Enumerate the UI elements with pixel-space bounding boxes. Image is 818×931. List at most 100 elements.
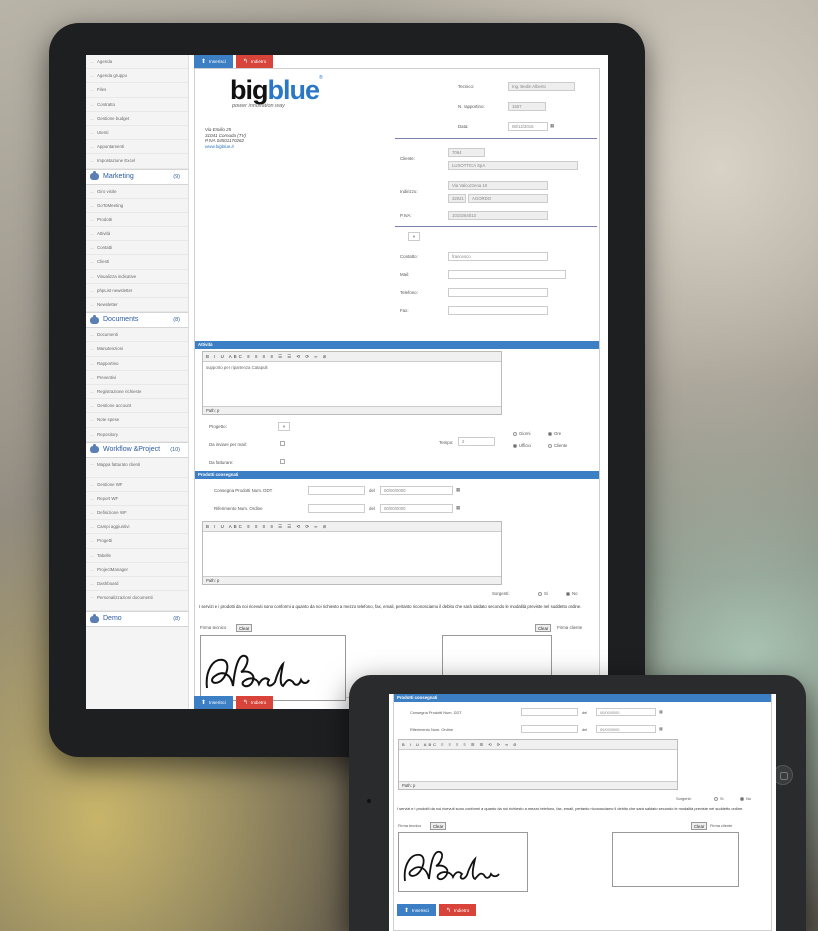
- editor-toolbar[interactable]: B I U ABC ≡ ≡ ≡ ≡ ☰ ☰ ⟲ ⟳ ∞ ⊘: [203, 522, 501, 532]
- sidebar-item[interactable]: Contratto: [86, 98, 188, 112]
- sidebar-item[interactable]: Agenda: [86, 55, 188, 70]
- attivita-text[interactable]: supporto per ripartenza Catapult: [203, 362, 501, 373]
- firma-tecnico-pad[interactable]: [200, 635, 346, 701]
- sidebar-item[interactable]: Dashboard: [86, 577, 188, 592]
- ddt-field[interactable]: [308, 486, 365, 495]
- sidebar-item[interactable]: Visualizza indicative: [86, 270, 188, 284]
- prodotti-editor[interactable]: B I U ABC ≡ ≡ ≡ ≡ ☰ ☰ ⟲ ⟳ ∞ ⊘ Path: p: [202, 521, 502, 585]
- insert-button-zoomed[interactable]: ⬆ Inserisci: [397, 904, 436, 916]
- sidebar-item[interactable]: Gestione account: [86, 399, 188, 414]
- sidebar-item[interactable]: Agenda gruppo: [86, 69, 188, 84]
- sidebar-item[interactable]: Registrazione richieste: [86, 385, 188, 400]
- sidebar-item[interactable]: Rapportino: [86, 357, 188, 371]
- tecnico-field[interactable]: Ing. Bedin Alberto: [508, 82, 575, 91]
- insert-button-bottom[interactable]: ⬆ Inserisci: [194, 696, 233, 709]
- sidebar-item[interactable]: Documenti: [86, 328, 188, 343]
- piva-field[interactable]: 1010264013: [448, 211, 548, 220]
- ordine-calendar-icon[interactable]: ▦: [456, 505, 460, 511]
- cliente-name-field[interactable]: LUXOTTICA SpA: [448, 161, 578, 170]
- firma-cliente-pad-zoomed[interactable]: [612, 832, 739, 887]
- clear-cliente-button[interactable]: Clear: [535, 624, 552, 632]
- sidebar-item[interactable]: Progetti: [86, 534, 188, 549]
- sidebar-item[interactable]: Definizione WF: [86, 506, 188, 521]
- sidebar-item[interactable]: Clienti: [86, 255, 188, 270]
- radio-no[interactable]: No: [566, 591, 578, 596]
- progetto-select[interactable]: ▾: [278, 422, 290, 431]
- sidebar-item[interactable]: Impostazione Excel: [86, 154, 188, 169]
- clear-tecnico-button-zoomed[interactable]: Clear: [430, 822, 447, 830]
- radio-giorni[interactable]: Giorni: [513, 431, 530, 436]
- sidebar-item[interactable]: Contatti: [86, 241, 188, 256]
- fatturare-checkbox[interactable]: [280, 459, 285, 464]
- contatto-field[interactable]: francesco: [448, 252, 548, 261]
- sidebar-item[interactable]: Appuntamenti: [86, 140, 188, 155]
- sidebar-item[interactable]: Report WF: [86, 492, 188, 507]
- ordine-field[interactable]: [308, 504, 365, 513]
- fax-field[interactable]: [448, 306, 548, 315]
- radio-ufficio[interactable]: Ufficio: [513, 443, 531, 448]
- sidebar-item[interactable]: Manutenzioni: [86, 342, 188, 357]
- prodotti-editor-zoomed[interactable]: B I U ABC ≡ ≡ ≡ ≡ ☰ ☰ ⟲ ⟳ ∞ ⊘ Path: p: [398, 739, 678, 790]
- sidebar-section-demo[interactable]: Demo (8): [86, 611, 188, 628]
- radio-si-zoomed[interactable]: Si: [714, 796, 723, 801]
- sidebar-item[interactable]: GoToMeeting: [86, 199, 188, 213]
- firma-tecnico-pad-zoomed[interactable]: [398, 832, 528, 892]
- invio-mail-checkbox[interactable]: [280, 441, 285, 446]
- insert-button[interactable]: ⬆ Inserisci: [194, 55, 233, 68]
- contact-select[interactable]: ▾: [408, 232, 420, 241]
- back-button[interactable]: ↰ Indietro: [235, 55, 274, 68]
- attivita-editor[interactable]: B I U ABC ≡ ≡ ≡ ≡ ☰ ☰ ⟲ ⟳ ∞ ⊘ supporto p…: [202, 351, 502, 415]
- sidebar-item[interactable]: phpList newsletter: [86, 284, 188, 298]
- sidebar-item[interactable]: Prodotti: [86, 213, 188, 228]
- radio-ore[interactable]: Ore: [548, 431, 561, 436]
- calendar-icon[interactable]: ▦: [550, 123, 554, 129]
- piva-label: P.IVA:: [400, 213, 412, 218]
- clear-tecnico-button[interactable]: Clear: [236, 624, 253, 632]
- sidebar-section-workflow[interactable]: Workflow &Project (10): [86, 441, 188, 458]
- tempo-field[interactable]: 2: [458, 437, 495, 446]
- ordine-calendar-icon-zoomed[interactable]: ▦: [659, 726, 663, 731]
- sidebar-item[interactable]: Gestione budget: [86, 112, 188, 126]
- sidebar-item[interactable]: Tabelle: [86, 549, 188, 563]
- sidebar-item[interactable]: Campi aggiuntivi: [86, 520, 188, 535]
- radio-cliente[interactable]: Cliente: [548, 443, 567, 448]
- ordine-date-field[interactable]: 00/00/0000: [380, 504, 453, 513]
- ddt-date-field-zoomed[interactable]: 00/00/0000: [596, 708, 656, 716]
- back-button-bottom[interactable]: ↰ Indietro: [235, 696, 274, 709]
- mail-field[interactable]: [448, 270, 566, 279]
- clear-cliente-button-zoomed[interactable]: Clear: [691, 822, 708, 830]
- telefono-field[interactable]: [448, 288, 548, 297]
- sidebar-item[interactable]: Attività: [86, 227, 188, 242]
- cap-field[interactable]: 32021: [448, 194, 466, 203]
- sidebar-item[interactable]: Files: [86, 83, 188, 98]
- sidebar-section-marketing[interactable]: Marketing (9): [86, 168, 188, 185]
- sidebar-section-documents[interactable]: Documents (8): [86, 312, 188, 329]
- sidebar-item[interactable]: Note spese: [86, 413, 188, 428]
- ddt-field-zoomed[interactable]: [521, 708, 578, 716]
- ddt-date-field[interactable]: 00/00/0000: [380, 486, 453, 495]
- sidebar-item[interactable]: Utenti: [86, 126, 188, 141]
- sidebar-item[interactable]: Giro visite: [86, 185, 188, 199]
- sidebar-item[interactable]: Preventivi: [86, 371, 188, 385]
- sidebar-item[interactable]: Repository: [86, 428, 188, 442]
- radio-no-zoomed[interactable]: No: [740, 796, 751, 801]
- ordine-field-zoomed[interactable]: [521, 725, 578, 733]
- website-link[interactable]: www.bigblue.it: [205, 144, 246, 150]
- sidebar-item[interactable]: Mappa fatturato clienti: [86, 458, 188, 478]
- sidebar-item[interactable]: ProjectManager: [86, 563, 188, 577]
- ordine-date-field-zoomed[interactable]: 00/00/0000: [596, 725, 656, 733]
- via-field[interactable]: Via Valcozzena 10: [448, 181, 548, 190]
- back-button-zoomed[interactable]: ↰ Indietro: [438, 904, 477, 916]
- ddt-calendar-icon-zoomed[interactable]: ▦: [659, 709, 663, 714]
- radio-si[interactable]: Si: [538, 591, 548, 596]
- citta-field[interactable]: AGORDO: [468, 194, 548, 203]
- editor-toolbar-zoomed[interactable]: B I U ABC ≡ ≡ ≡ ≡ ☰ ☰ ⟲ ⟳ ∞ ⊘: [399, 740, 677, 750]
- ddt-calendar-icon[interactable]: ▦: [456, 487, 460, 493]
- cliente-code-field[interactable]: 7064: [448, 148, 485, 157]
- sidebar-item[interactable]: Newsletter: [86, 298, 188, 313]
- editor-toolbar[interactable]: B I U ABC ≡ ≡ ≡ ≡ ☰ ☰ ⟲ ⟳ ∞ ⊘: [203, 352, 501, 362]
- data-field[interactable]: 08/12/2015: [508, 122, 548, 131]
- sidebar-item[interactable]: Personalizzazioni documenti: [86, 591, 188, 612]
- sidebar-item[interactable]: Gestione WF: [86, 478, 188, 492]
- rapportino-field[interactable]: 1507: [508, 102, 546, 111]
